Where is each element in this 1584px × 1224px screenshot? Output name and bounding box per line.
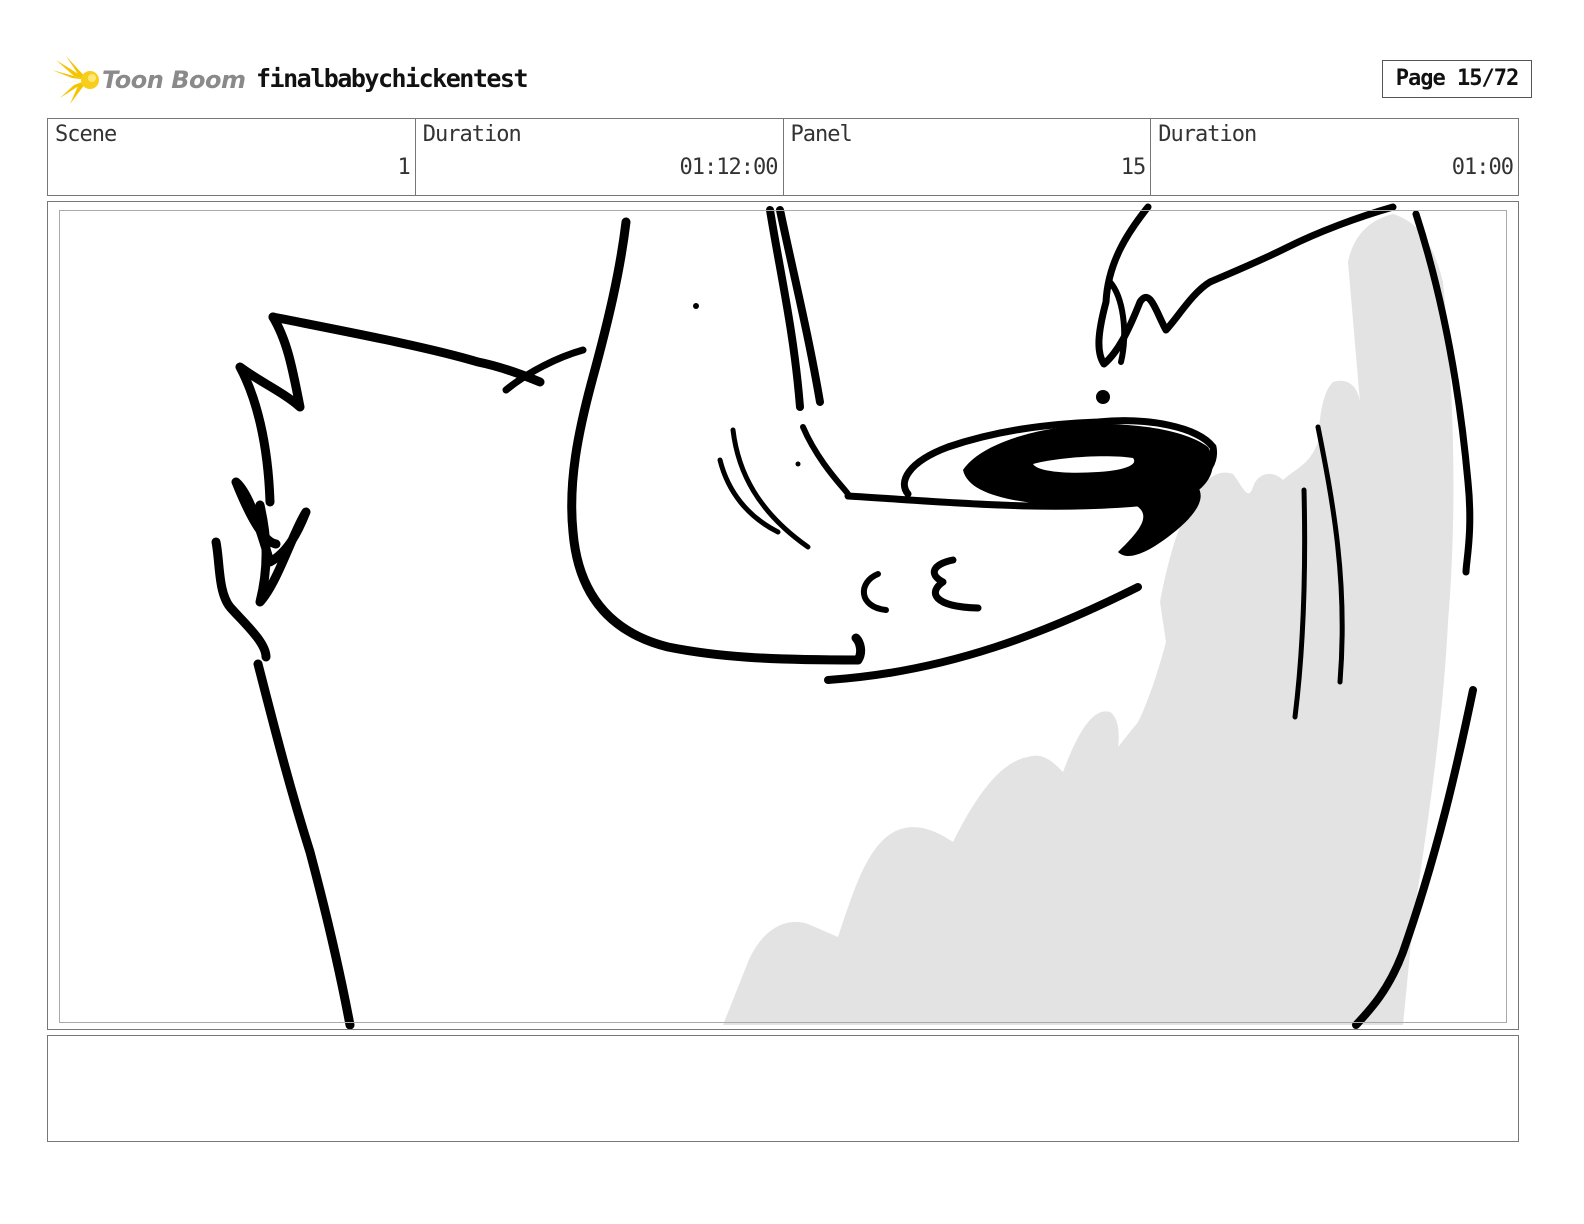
scene-cell: Scene 1 xyxy=(48,119,416,195)
scene-duration-cell: Duration 01:12:00 xyxy=(416,119,784,195)
panel-info-table: Scene 1 Duration 01:12:00 Panel 15 Durat… xyxy=(47,118,1519,196)
scene-value: 1 xyxy=(397,155,411,180)
project-title: finalbabychickentest xyxy=(256,64,529,93)
panel-value: 15 xyxy=(1120,155,1146,180)
panel-duration-cell: Duration 01:00 xyxy=(1151,119,1518,195)
page-indicator: Page 15/72 xyxy=(1382,60,1532,98)
panel-duration-value: 01:00 xyxy=(1451,155,1514,180)
panel-safe-area xyxy=(59,210,1507,1023)
panel-label: Panel xyxy=(790,122,853,147)
storyboard-panel-frame xyxy=(47,201,1519,1030)
starburst-icon xyxy=(52,56,99,104)
toon-boom-logo: Toon Boom xyxy=(52,56,246,104)
logo-text: Toon Boom xyxy=(102,66,246,94)
scene-duration-label: Duration xyxy=(422,122,522,147)
panel-cell: Panel 15 xyxy=(784,119,1152,195)
page-header: Toon Boom finalbabychickentest Page 15/7… xyxy=(52,56,1536,104)
scene-label: Scene xyxy=(55,122,117,147)
panel-duration-label: Duration xyxy=(1158,122,1257,147)
scene-duration-value: 01:12:00 xyxy=(679,155,779,180)
panel-notes-box[interactable] xyxy=(47,1035,1519,1142)
